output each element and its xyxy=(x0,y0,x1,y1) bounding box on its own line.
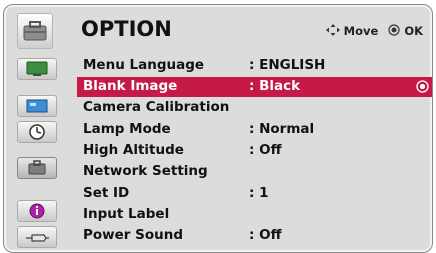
input-icon[interactable] xyxy=(17,226,57,248)
menu-item-lamp-mode[interactable]: Lamp Mode : Normal xyxy=(77,120,432,140)
menu-item-value: : Black xyxy=(249,78,301,94)
menu-item-label: High Altitude xyxy=(83,142,184,158)
option-icon[interactable] xyxy=(17,157,57,179)
ok-hint-label: OK xyxy=(404,24,423,38)
option-menu: OPTION Move OK Menu Language: ENGLISH B… xyxy=(3,4,433,253)
menu-item-menu-language[interactable]: Menu Language : ENGLISH xyxy=(77,56,432,76)
menu-item-value: : Off xyxy=(249,142,282,158)
menu-item-label: Camera Calibration xyxy=(83,99,230,115)
menu-item-value: : 1 xyxy=(249,185,269,201)
page-title: OPTION xyxy=(81,17,172,41)
menu-item-label: Set ID xyxy=(83,185,130,201)
screen-icon[interactable] xyxy=(17,95,57,117)
menu-item-blank-image[interactable]: Blank Image : Black xyxy=(77,77,432,97)
ok-button-icon xyxy=(388,24,400,36)
menu-list: Menu Language : ENGLISH Blank Image : Bl… xyxy=(77,56,432,250)
control-hint: Move OK xyxy=(325,24,423,38)
menu-item-label: Lamp Mode xyxy=(83,121,171,137)
menu-item-label: Menu Language xyxy=(83,57,205,73)
category-sidebar xyxy=(17,56,57,250)
menu-item-label: Input Label xyxy=(83,206,170,222)
clock-icon[interactable] xyxy=(17,121,57,143)
menu-item-network-setting[interactable]: Network Setting xyxy=(77,162,432,182)
move-hint-label: Move xyxy=(343,24,379,38)
info-icon[interactable] xyxy=(17,200,57,222)
menu-item-high-altitude[interactable]: High Altitude : Off xyxy=(77,141,432,161)
enter-icon xyxy=(416,80,429,93)
menu-item-set-id[interactable]: Set ID : 1 xyxy=(77,184,432,204)
menu-item-value: : ENGLISH xyxy=(249,57,326,73)
menu-item-label: Blank Image xyxy=(83,78,178,94)
toolbox-icon xyxy=(17,13,53,49)
menu-item-power-sound[interactable]: Power Sound : Off xyxy=(77,226,432,246)
menu-item-value: : Normal xyxy=(249,121,315,137)
menu-item-input-label[interactable]: Input Label xyxy=(77,205,432,225)
menu-item-label: Power Sound xyxy=(83,227,184,243)
menu-item-label: Network Setting xyxy=(83,163,208,179)
menu-item-value: : Off xyxy=(249,227,282,243)
picture-icon[interactable] xyxy=(17,58,57,80)
move-arrows-icon xyxy=(325,24,340,36)
menu-header: OPTION Move OK xyxy=(4,5,432,55)
menu-item-camera-calibration[interactable]: Camera Calibration xyxy=(77,98,432,118)
